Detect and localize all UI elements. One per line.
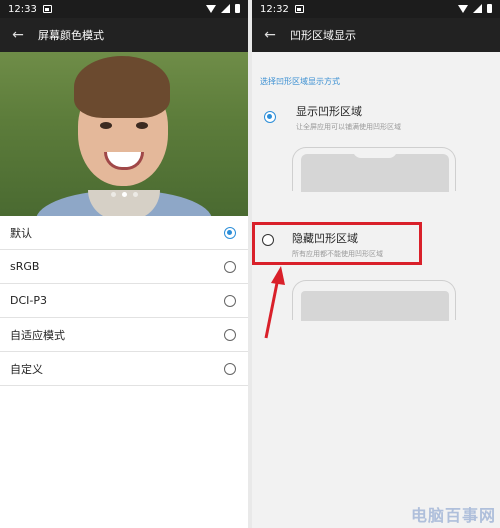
carousel-indicator bbox=[0, 192, 248, 197]
page-title: 屏幕颜色模式 bbox=[38, 29, 104, 42]
option-label: DCI-P3 bbox=[10, 294, 47, 307]
photo-eye-right bbox=[136, 122, 148, 129]
arrow-head bbox=[271, 266, 285, 285]
option-label: sRGB bbox=[10, 260, 40, 273]
option-adaptive[interactable]: 自适应模式 bbox=[0, 318, 248, 352]
watermark-logo: 电脑百事网 bbox=[410, 506, 496, 525]
radio-checked-icon[interactable] bbox=[224, 226, 236, 239]
photo-eye-left bbox=[100, 122, 112, 129]
notch-display-screen: 12:32 ← 凹形区域显示 选择凹形区域显示方式 显示凹形区域 让全屏应用可以… bbox=[252, 0, 500, 528]
battery-icon bbox=[235, 4, 240, 13]
image-icon bbox=[42, 5, 52, 13]
carousel-dot bbox=[132, 192, 138, 197]
option-label: 自定义 bbox=[10, 362, 43, 376]
color-mode-list: 默认 sRGB DCI-P3 自适应模式 自定义 bbox=[0, 216, 248, 386]
status-bar: 12:33 bbox=[0, 0, 248, 18]
annotation-arrow-icon bbox=[264, 266, 285, 339]
radio-icon[interactable] bbox=[224, 362, 236, 375]
carousel-dot-active bbox=[121, 192, 127, 197]
radio-icon[interactable] bbox=[224, 294, 236, 307]
option-srgb[interactable]: sRGB bbox=[0, 250, 248, 284]
option-label: 默认 bbox=[10, 226, 32, 240]
carousel-dot bbox=[110, 192, 116, 197]
app-bar: ← 屏幕颜色模式 bbox=[0, 18, 248, 52]
signal-icon bbox=[221, 4, 230, 13]
option-dci-p3[interactable]: DCI-P3 bbox=[0, 284, 248, 318]
wifi-icon bbox=[206, 4, 216, 13]
radio-icon[interactable] bbox=[224, 328, 236, 341]
arrow-shaft bbox=[264, 277, 280, 339]
option-custom[interactable]: 自定义 bbox=[0, 352, 248, 386]
option-label: 自适应模式 bbox=[10, 328, 65, 342]
radio-icon[interactable] bbox=[224, 260, 236, 273]
option-default[interactable]: 默认 bbox=[0, 216, 248, 250]
back-arrow-icon[interactable]: ← bbox=[0, 27, 36, 43]
photo-hair bbox=[74, 56, 170, 118]
status-icons bbox=[206, 4, 240, 13]
color-mode-screen: 12:33 ← 屏幕颜色模式 默认 sRGB DCI-P3 自适应模式 自定义 bbox=[0, 0, 248, 528]
status-time: 12:33 bbox=[8, 3, 37, 15]
